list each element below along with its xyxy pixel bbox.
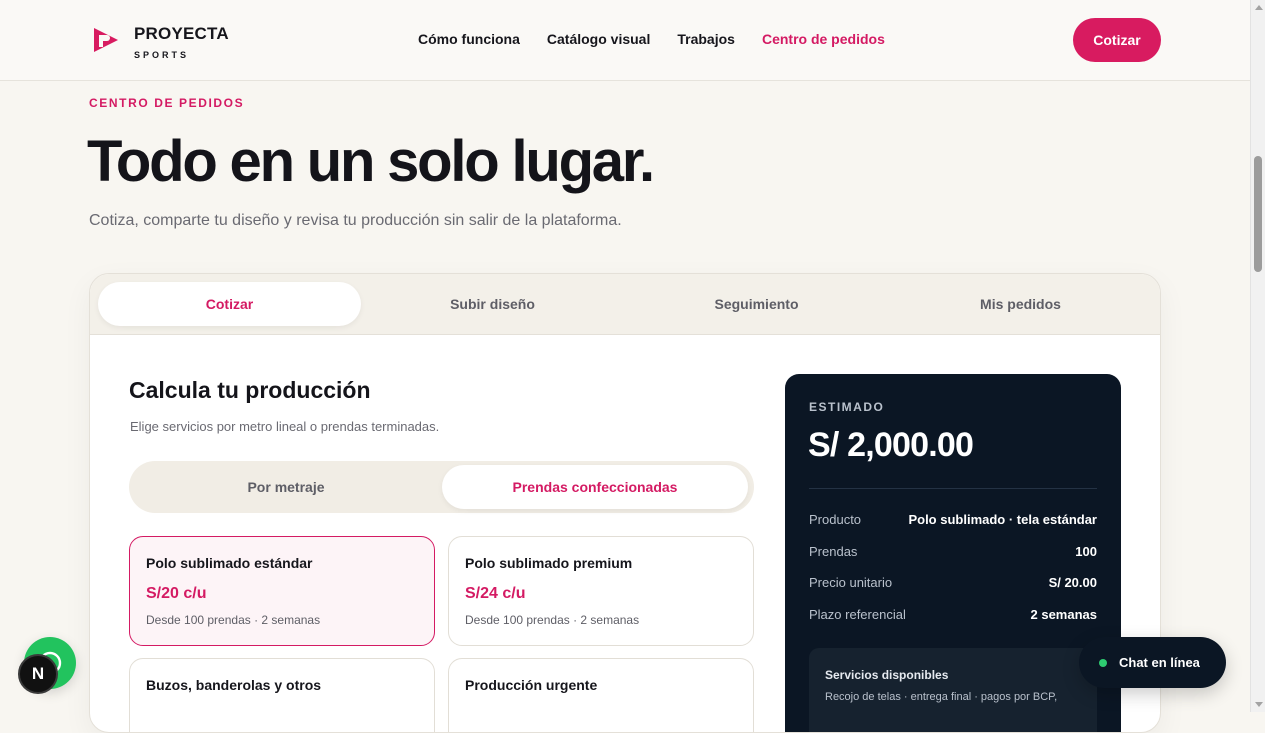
product-name: Producción urgente	[465, 677, 598, 693]
online-status-dot-icon	[1099, 658, 1107, 667]
product-card-polo-estandar[interactable]: Polo sublimado estándar S/20 c/u Desde 1…	[129, 536, 435, 646]
scroll-up-arrow-icon[interactable]	[1255, 5, 1263, 10]
estimate-row-plazo: Plazo referencial 2 semanas	[809, 607, 1097, 622]
estimate-divider	[809, 488, 1097, 489]
dev-tools-badge[interactable]: N	[18, 654, 58, 694]
estimate-key: Plazo referencial	[809, 607, 906, 622]
product-card-urgente[interactable]: Producción urgente	[448, 658, 754, 732]
page-scrollbar[interactable]	[1250, 0, 1265, 712]
product-card-polo-premium[interactable]: Polo sublimado premium S/24 c/u Desde 10…	[448, 536, 754, 646]
scrollbar-thumb[interactable]	[1254, 156, 1262, 272]
mode-toggle: Por metraje Prendas confeccionadas	[129, 461, 754, 513]
estimate-key: Precio unitario	[809, 575, 893, 590]
estimate-label: ESTIMADO	[809, 400, 885, 414]
estimate-row-producto: Producto Polo sublimado · tela estándar	[809, 512, 1097, 527]
scroll-down-arrow-icon[interactable]	[1255, 702, 1263, 707]
orders-tabs: Cotizar Subir diseño Seguimiento Mis ped…	[90, 274, 1160, 335]
chat-online-button[interactable]: Chat en línea	[1079, 637, 1226, 688]
section-eyebrow: CENTRO DE PEDIDOS	[89, 96, 245, 110]
logo-mark-icon	[94, 28, 118, 52]
chat-label: Chat en línea	[1119, 655, 1200, 670]
estimate-total: S/ 2,000.00	[808, 426, 974, 464]
product-price: S/20 c/u	[146, 585, 207, 602]
product-card-buzos[interactable]: Buzos, banderolas y otros	[129, 658, 435, 732]
estimate-value: Polo sublimado · tela estándar	[908, 512, 1097, 527]
estimate-value: 100	[1075, 544, 1097, 559]
estimate-row-prendas: Prendas 100	[809, 544, 1097, 559]
nav-link-trabajos[interactable]: Trabajos	[677, 31, 735, 47]
orders-panel: Cotizar Subir diseño Seguimiento Mis ped…	[89, 273, 1161, 733]
brand-logo[interactable]: PROYECTA SPORTS	[92, 24, 229, 60]
services-box: Servicios disponibles Recojo de telas · …	[809, 648, 1097, 732]
estimate-summary: ESTIMADO S/ 2,000.00 Producto Polo subli…	[785, 374, 1121, 732]
calculator-subtitle: Elige servicios por metro lineal o prend…	[130, 419, 440, 434]
product-name: Polo sublimado premium	[465, 555, 633, 571]
page-subtitle: Cotiza, comparte tu diseño y revisa tu p…	[89, 212, 622, 229]
site-header: PROYECTA SPORTS Cómo funciona Catálogo v…	[0, 0, 1250, 81]
estimate-value: 2 semanas	[1030, 607, 1098, 622]
product-price: S/24 c/u	[465, 585, 526, 602]
estimate-key: Prendas	[809, 544, 858, 559]
services-title: Servicios disponibles	[825, 668, 949, 682]
mode-por-metraje[interactable]: Por metraje	[133, 465, 439, 509]
main-nav: Cómo funciona Catálogo visual Trabajos C…	[418, 31, 885, 47]
product-meta: Desde 100 prendas · 2 semanas	[146, 613, 321, 627]
product-name: Polo sublimado estándar	[146, 555, 313, 571]
mode-prendas-confeccionadas[interactable]: Prendas confeccionadas	[442, 465, 748, 509]
tab-subir-diseno[interactable]: Subir diseño	[361, 282, 624, 326]
product-name: Buzos, banderolas y otros	[146, 677, 322, 693]
estimate-row-precio-unitario: Precio unitario S/ 20.00	[809, 575, 1097, 590]
estimate-key: Producto	[809, 512, 862, 527]
calculator-title: Calcula tu producción	[129, 377, 371, 403]
page-title: Todo en un solo lugar.	[87, 129, 655, 194]
services-text: Recojo de telas · entrega final · pagos …	[825, 691, 1058, 703]
nav-link-catalogo-visual[interactable]: Catálogo visual	[547, 31, 650, 47]
product-meta: Desde 100 prendas · 2 semanas	[465, 613, 640, 627]
brand-tagline: SPORTS	[134, 50, 190, 60]
nav-link-centro-de-pedidos[interactable]: Centro de pedidos	[762, 31, 885, 47]
brand-name: PROYECTA	[134, 24, 229, 43]
tab-seguimiento[interactable]: Seguimiento	[625, 282, 888, 326]
tab-mis-pedidos[interactable]: Mis pedidos	[889, 282, 1152, 326]
nav-link-como-funciona[interactable]: Cómo funciona	[418, 31, 520, 47]
tab-cotizar[interactable]: Cotizar	[98, 282, 361, 326]
estimate-value: S/ 20.00	[1048, 575, 1097, 590]
cotizar-button[interactable]: Cotizar	[1073, 18, 1161, 62]
